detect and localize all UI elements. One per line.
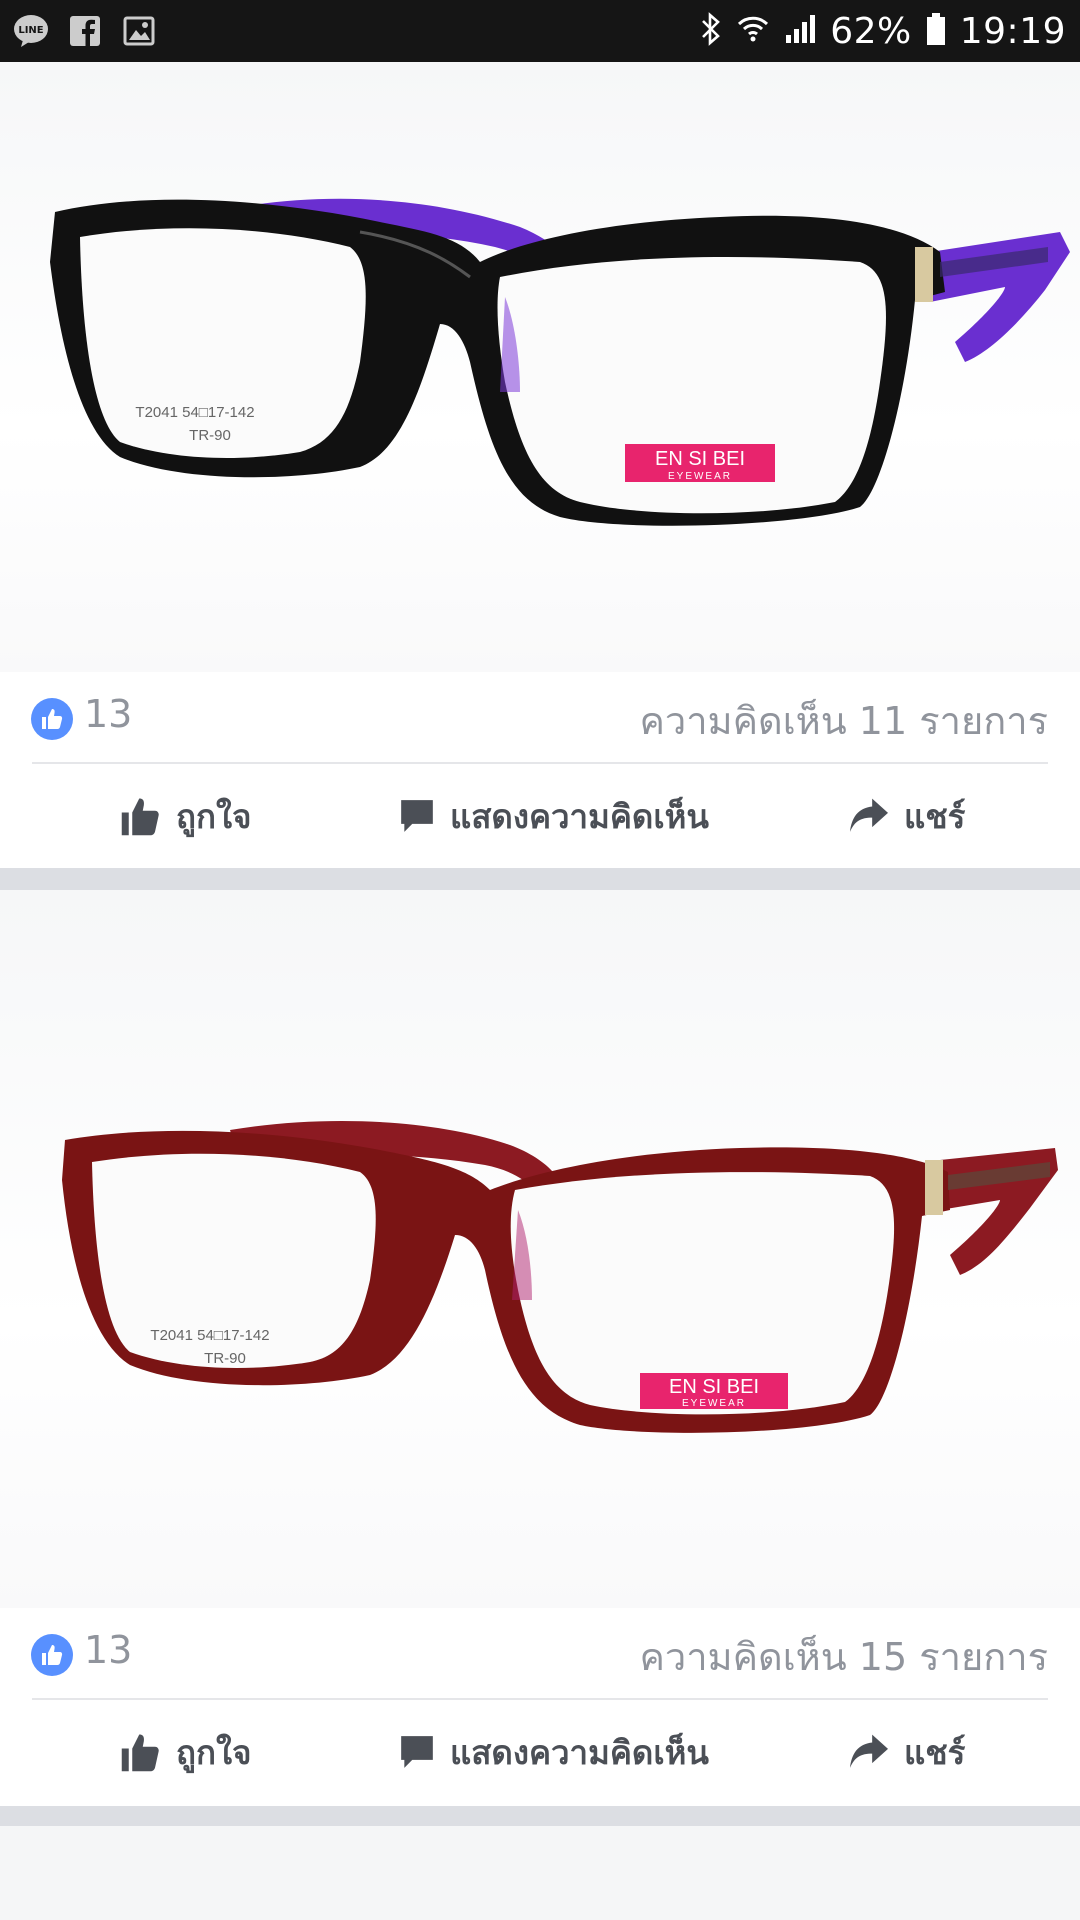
status-bar: LINE 62% 19:19 xyxy=(0,0,1080,62)
post-actions: ถูกใจ แสดงความคิดเห็น แชร์ xyxy=(0,1700,1080,1804)
post-card-next[interactable] xyxy=(0,1826,1080,1920)
line-icon: LINE xyxy=(12,12,50,50)
comments-count[interactable]: ความคิดเห็น 15 รายการ xyxy=(639,1626,1048,1687)
brand-text: EN SI BEI xyxy=(669,1376,759,1398)
like-count[interactable]: 13 xyxy=(84,1628,132,1672)
svg-text:LINE: LINE xyxy=(18,25,43,36)
model-text: T2041 54□17-142 xyxy=(135,404,254,421)
bluetooth-icon xyxy=(700,12,722,50)
brand-sub-text: EYEWEAR xyxy=(668,471,732,482)
share-label: แชร์ xyxy=(904,1732,966,1772)
comment-label: แสดงความคิดเห็น xyxy=(450,1732,709,1772)
brand-text: EN SI BEI xyxy=(655,448,745,470)
post-card: T2041 54□17-142 TR-90 EN SI BEI EYEWEAR … xyxy=(0,890,1080,1806)
facebook-icon xyxy=(66,12,104,50)
post-stats: 13 ความคิดเห็น 15 รายการ xyxy=(0,1608,1080,1700)
clock: 19:19 xyxy=(959,10,1066,52)
comment-icon xyxy=(401,1736,433,1768)
like-reaction-icon[interactable] xyxy=(31,698,73,740)
image-icon xyxy=(120,12,158,50)
post-actions: ถูกใจ แสดงความคิดเห็น แชร์ xyxy=(0,764,1080,868)
share-button[interactable]: แชร์ xyxy=(848,1700,965,1804)
comments-count[interactable]: ความคิดเห็น 11 รายการ xyxy=(639,690,1048,751)
like-button[interactable]: ถูกใจ xyxy=(120,764,251,868)
eyeglasses-image: T2041 54□17-142 TR-90 EN SI BEI EYEWEAR xyxy=(62,1121,1058,1433)
signal-icon xyxy=(784,13,816,49)
eyeglasses-image: T2041 54□17-142 TR-90 EN SI BEI EYEWEAR xyxy=(50,198,1070,526)
feed-separator xyxy=(0,1806,1080,1826)
comment-button[interactable]: แสดงความคิดเห็น xyxy=(398,1700,709,1804)
like-count[interactable]: 13 xyxy=(84,692,132,736)
like-label: ถูกใจ xyxy=(176,1732,252,1772)
post-photo[interactable]: T2041 54□17-142 TR-90 EN SI BEI EYEWEAR xyxy=(0,62,1080,672)
model-text: T2041 54□17-142 xyxy=(150,1327,269,1344)
share-arrow-icon xyxy=(850,1734,888,1768)
material-text: TR-90 xyxy=(189,427,231,444)
thumbs-up-icon xyxy=(121,1734,159,1772)
comment-label: แสดงความคิดเห็น xyxy=(450,796,709,836)
post-stats: 13 ความคิดเห็น 11 รายการ xyxy=(0,672,1080,764)
share-arrow-icon xyxy=(850,798,888,832)
share-button[interactable]: แชร์ xyxy=(848,764,965,868)
thumbs-up-icon xyxy=(121,798,159,836)
battery-icon xyxy=(926,12,946,50)
like-reaction-icon[interactable] xyxy=(31,1634,73,1676)
battery-percent: 62% xyxy=(830,10,912,52)
feed-separator xyxy=(0,868,1080,890)
brand-sub-text: EYEWEAR xyxy=(682,1398,746,1409)
comment-icon xyxy=(401,800,433,832)
wifi-icon xyxy=(736,12,770,50)
like-label: ถูกใจ xyxy=(176,796,252,836)
like-button[interactable]: ถูกใจ xyxy=(120,1700,251,1804)
post-card: T2041 54□17-142 TR-90 EN SI BEI EYEWEAR … xyxy=(0,62,1080,868)
share-label: แชร์ xyxy=(904,796,966,836)
material-text: TR-90 xyxy=(204,1350,246,1367)
comment-button[interactable]: แสดงความคิดเห็น xyxy=(398,764,709,868)
post-photo[interactable]: T2041 54□17-142 TR-90 EN SI BEI EYEWEAR xyxy=(0,890,1080,1608)
